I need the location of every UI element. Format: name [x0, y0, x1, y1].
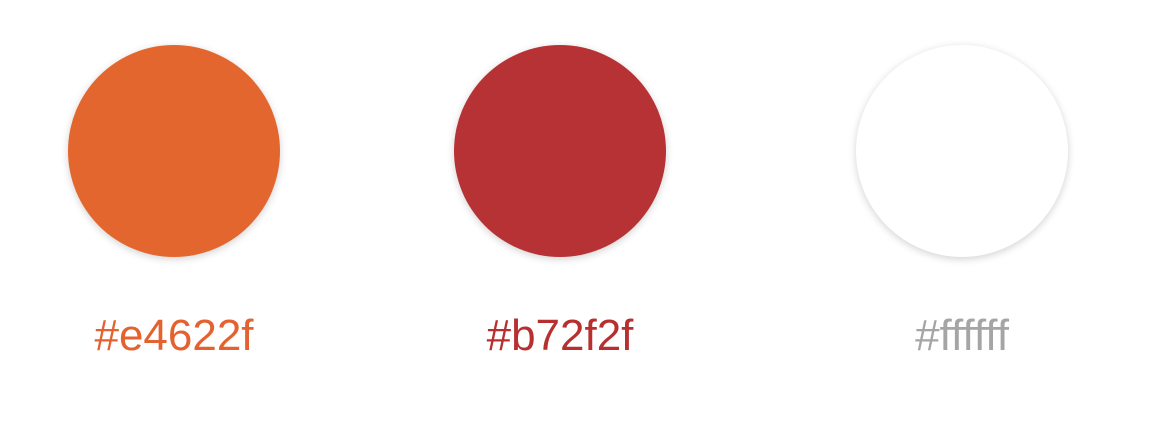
- color-circle: [454, 45, 666, 257]
- hex-code-label: #b72f2f: [486, 311, 634, 360]
- color-circle: [68, 45, 280, 257]
- hex-code-label: #ffffff: [915, 311, 1009, 360]
- color-swatch-white: #ffffff: [812, 0, 1112, 426]
- hex-code-label: #e4622f: [94, 311, 254, 360]
- color-swatch-orange: #e4622f: [24, 0, 324, 426]
- color-circle: [856, 45, 1068, 257]
- color-swatch-red: #b72f2f: [410, 0, 710, 426]
